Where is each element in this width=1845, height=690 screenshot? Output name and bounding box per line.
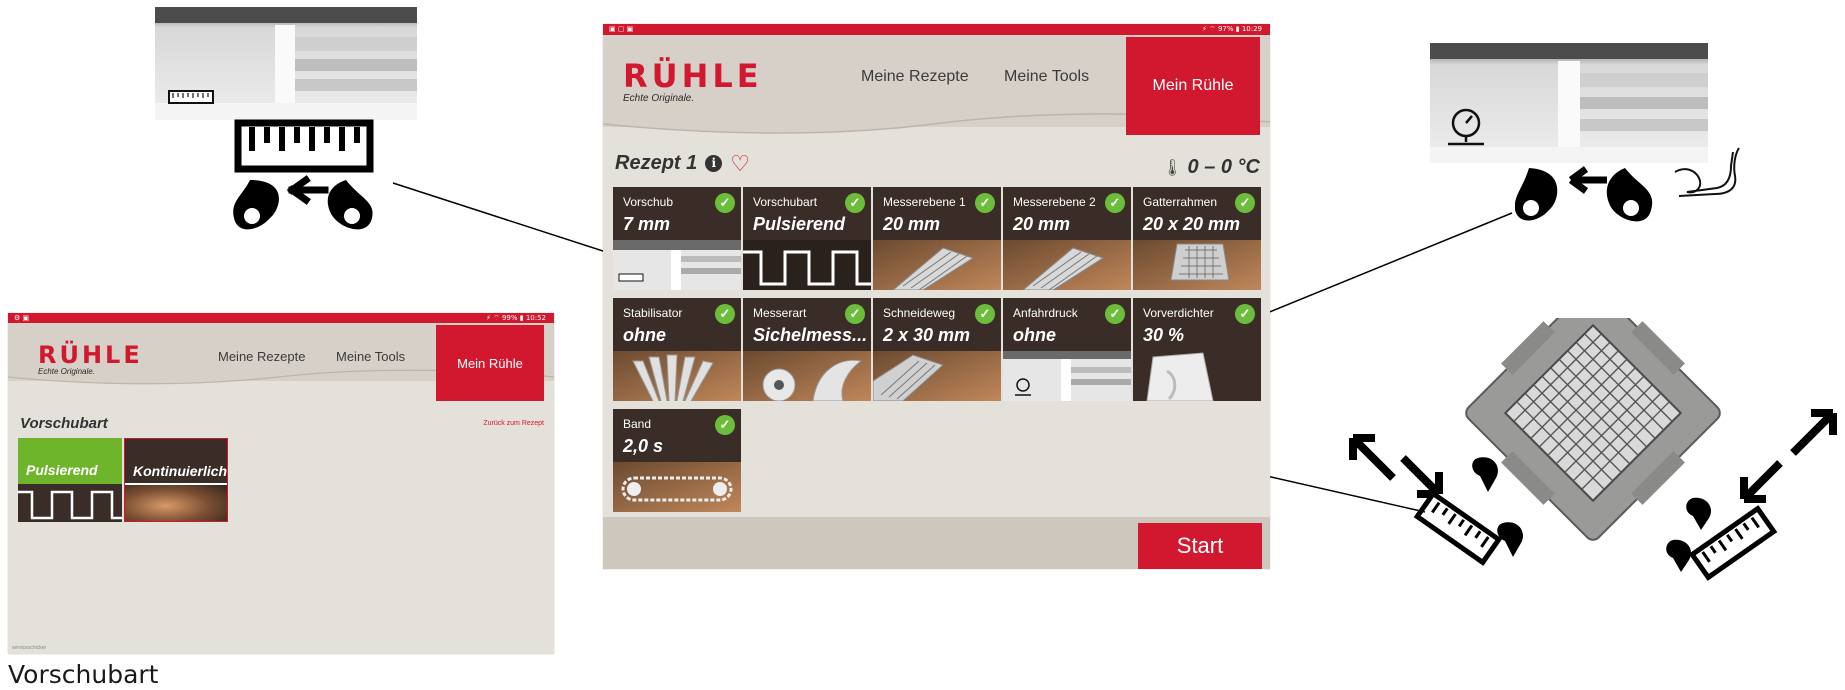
tile-value: 30 % <box>1143 325 1185 345</box>
tile-label: Vorschub <box>623 195 674 209</box>
pulse-wave-image <box>18 490 122 520</box>
tile-label: Gatterrahmen <box>1143 195 1218 209</box>
tile-label: Band <box>623 417 652 431</box>
tile-gatterrahmen[interactable]: Gatterrahmen 20 x 20 mm ✓ <box>1133 187 1261 290</box>
caption: Vorschubart <box>8 660 159 689</box>
nav-mein-ruehle[interactable]: Mein Rühle <box>1126 37 1260 135</box>
tile-label: Schneideweg <box>883 306 956 320</box>
status-icons-right: ⚡ ⌔ 99% ▮ 10:52 <box>486 314 546 322</box>
status-icons-right: ⚡ ⌔ 97% ▮ 10:29 <box>1202 25 1262 33</box>
tile-messerebene-1[interactable]: Messerebene 1 20 mm ✓ <box>873 187 1001 290</box>
tile-label: Stabilisator <box>623 306 683 320</box>
check-icon: ✓ <box>845 193 865 213</box>
grid-frame-image <box>1133 240 1261 290</box>
info-icon[interactable]: i <box>705 155 723 172</box>
precompressor-image <box>1133 351 1261 401</box>
tile-value: ohne <box>623 325 666 345</box>
thermometer-icon: 🌡 <box>1162 159 1183 177</box>
check-icon: ✓ <box>975 193 995 213</box>
check-icon: ✓ <box>1235 304 1255 324</box>
status-bar: ⚙ ▣ ⚡ ⌔ 99% ▮ 10:52 <box>8 313 554 323</box>
main-tablet-screen: ▣ ▢ ▣ ⚡ ⌔ 97% ▮ 10:29 RÜHLE Echte Origin… <box>603 24 1270 569</box>
cutting-path-image <box>873 351 1001 401</box>
nav-mein-ruehle[interactable]: Mein Rühle <box>436 325 544 401</box>
check-icon: ✓ <box>1105 304 1125 324</box>
tile-value: 7 mm <box>623 214 671 234</box>
tile-stabilisator[interactable]: Stabilisator ohne ✓ <box>613 298 741 401</box>
recipe-title: Rezept 1 i ♡ <box>615 152 750 175</box>
tile-messerebene-2[interactable]: Messerebene 2 20 mm ✓ <box>1003 187 1131 290</box>
blade-grid-image <box>873 240 1001 290</box>
tile-label: Messerebene 1 <box>883 195 966 209</box>
check-icon: ✓ <box>1235 193 1255 213</box>
tile-value: ohne <box>1013 325 1056 345</box>
footer-text: serviceschicker <box>12 645 47 651</box>
temperature-value: 0 – 0 °C <box>1187 156 1260 178</box>
tile-label: Messerebene 2 <box>1013 195 1096 209</box>
status-bar: ▣ ▢ ▣ ⚡ ⌔ 97% ▮ 10:29 <box>603 24 1270 35</box>
tile-value: 2,0 s <box>623 436 664 456</box>
conveyor-belt-image <box>613 462 741 512</box>
tile-anfahrdruck[interactable]: Anfahrdruck ohne ✓ <box>1003 298 1131 401</box>
back-to-recipe-link[interactable]: Zurück zum Rezept <box>483 420 544 427</box>
tile-label: Vorschubart <box>753 195 818 209</box>
check-icon: ✓ <box>715 304 735 324</box>
option-label: Pulsierend <box>26 462 98 478</box>
bottom-bar: Start <box>603 517 1270 569</box>
page-title: Vorschubart <box>20 415 108 432</box>
feed-ruler-image <box>613 240 741 290</box>
tile-value: 20 mm <box>883 214 941 234</box>
sickle-blade-image <box>743 351 871 401</box>
option-pulsierend[interactable]: Pulsierend <box>18 438 122 522</box>
pressure-gauge-image <box>1003 351 1131 401</box>
option-kontinuierlich[interactable]: Kontinuierlich <box>124 438 228 522</box>
ruehle-logo: RÜHLE Echte Originale. <box>623 60 763 104</box>
tile-value: 2 x 30 mm <box>883 325 971 345</box>
tile-label: Anfahrdruck <box>1013 306 1078 320</box>
tile-schneideweg[interactable]: Schneideweg 2 x 30 mm ✓ <box>873 298 1001 401</box>
nav-meine-tools[interactable]: Meine Tools <box>1004 68 1089 86</box>
start-button[interactable]: Start <box>1138 523 1262 569</box>
option-label: Kontinuierlich <box>133 463 228 479</box>
check-icon: ✓ <box>975 304 995 324</box>
tile-value: Pulsierend <box>753 214 846 234</box>
small-tablet-screen: ⚙ ▣ ⚡ ⌔ 99% ▮ 10:52 RÜHLE Echte Original… <box>8 313 554 654</box>
tile-value: 20 x 20 mm <box>1143 214 1241 234</box>
tile-band[interactable]: Band 2,0 s ✓ <box>613 409 741 512</box>
check-icon: ✓ <box>1105 193 1125 213</box>
logo-wordmark: RÜHLE <box>38 341 143 369</box>
blade-grid-image <box>1003 240 1131 290</box>
pulse-wave-image <box>743 240 871 290</box>
tile-vorschubart[interactable]: Vorschubart Pulsierend ✓ <box>743 187 871 290</box>
check-icon: ✓ <box>715 193 735 213</box>
tile-label: Messerart <box>753 306 807 320</box>
heart-icon[interactable]: ♡ <box>730 152 750 175</box>
ruehle-logo: RÜHLE Echte Originale. <box>38 343 143 376</box>
recipe-title-text: Rezept 1 <box>615 152 698 174</box>
tile-vorschub[interactable]: Vorschub 7 mm ✓ <box>613 187 741 290</box>
check-icon: ✓ <box>845 304 865 324</box>
tile-messerart[interactable]: Messerart Sichelmess... ✓ <box>743 298 871 401</box>
nav-meine-rezepte[interactable]: Meine Rezepte <box>861 68 969 86</box>
nav-meine-tools[interactable]: Meine Tools <box>336 349 405 364</box>
stabilizer-fan-image <box>613 351 741 401</box>
tile-label: Vorverdichter <box>1143 306 1214 320</box>
status-icons-left: ▣ ▢ ▣ <box>609 25 634 33</box>
logo-wordmark: RÜHLE <box>623 57 763 95</box>
tile-vorverdichter[interactable]: Vorverdichter 30 % ✓ <box>1133 298 1261 401</box>
tile-value: 20 mm <box>1013 214 1071 234</box>
nav-meine-rezepte[interactable]: Meine Rezepte <box>218 349 305 364</box>
tile-value: Sichelmess... <box>753 325 868 345</box>
status-icons-left: ⚙ ▣ <box>14 314 30 322</box>
temperature-readout: 🌡 0 – 0 °C <box>1162 156 1260 179</box>
check-icon: ✓ <box>715 415 735 435</box>
